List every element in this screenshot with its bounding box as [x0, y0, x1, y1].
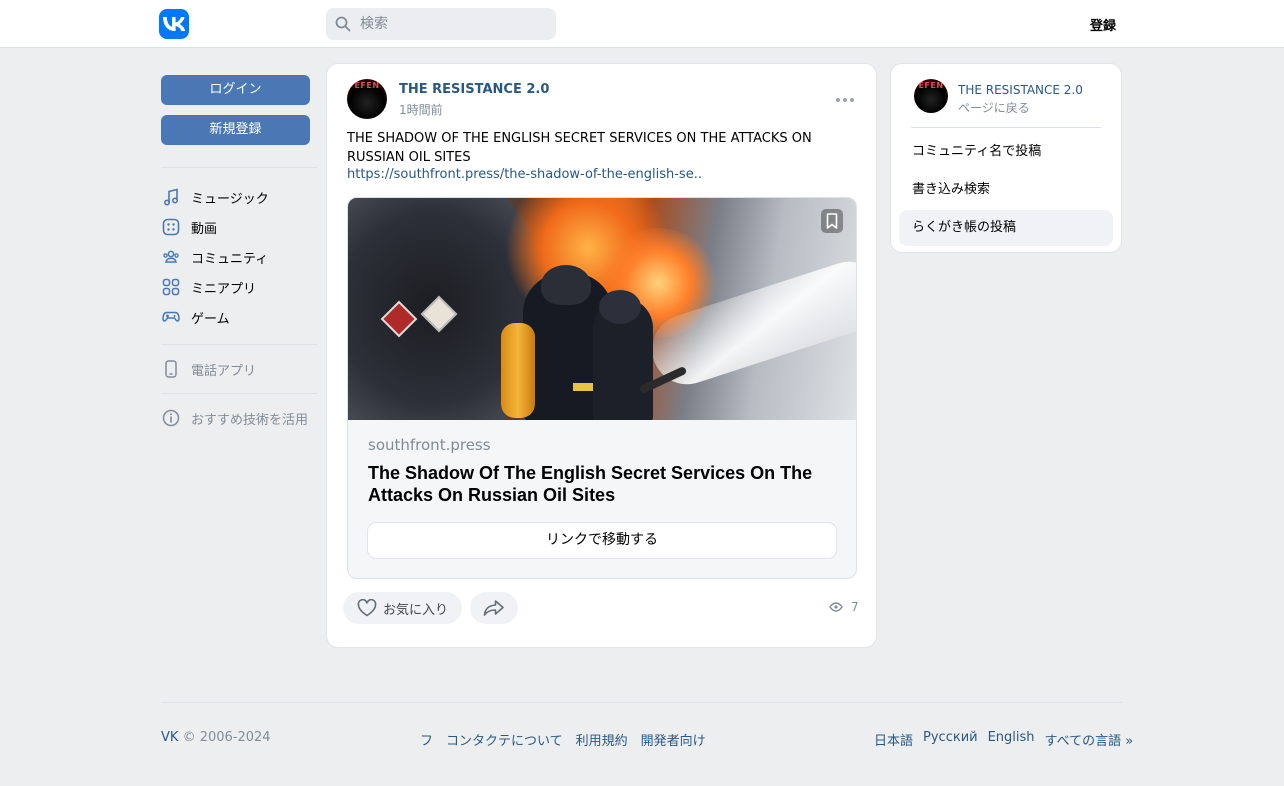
- divider: [161, 393, 317, 394]
- author-avatar[interactable]: EFEN: [347, 79, 387, 119]
- music-icon: [161, 187, 181, 207]
- view-count: 7: [829, 600, 859, 614]
- community-avatar[interactable]: EFEN: [914, 79, 948, 113]
- air-tank: [501, 323, 535, 418]
- phone-app-link[interactable]: 電話アプリ: [161, 357, 321, 381]
- open-link-button[interactable]: リンクで移動する: [368, 523, 836, 558]
- recommend-label: おすすめ技術を活用: [191, 412, 309, 428]
- attachment-domain: southfront.press: [368, 436, 491, 454]
- divider: [161, 344, 317, 345]
- post-link[interactable]: https://southfront.press/the-shadow-of-t…: [347, 167, 702, 182]
- share-icon: [483, 600, 504, 616]
- phone-app-label: 電話アプリ: [191, 363, 257, 379]
- language-link[interactable]: 日本語: [874, 730, 913, 749]
- nav-label: 動画: [191, 221, 218, 237]
- avatar-text: EFEN: [354, 81, 380, 90]
- post-text: THE SHADOW OF THE ENGLISH SECRET SERVICE…: [347, 131, 812, 165]
- divider: [911, 127, 1101, 128]
- nav-label: ミュージック: [191, 191, 269, 207]
- like-label: お気に入り: [383, 602, 449, 618]
- divider: [161, 167, 317, 168]
- info-icon: [161, 408, 181, 428]
- community-icon: [161, 247, 181, 267]
- nav-item-mini-apps[interactable]: ミニアプリ: [161, 275, 321, 299]
- link-attachment[interactable]: southfront.press The Shadow Of The Engli…: [347, 197, 857, 579]
- nav-label: ミニアプリ: [191, 281, 257, 297]
- footer-link-terms[interactable]: 利用規約: [576, 730, 628, 749]
- login-button[interactable]: ログイン: [161, 75, 310, 105]
- helmet: [599, 290, 641, 324]
- side-item-search-posts[interactable]: 書き込み検索: [899, 172, 1113, 208]
- heart-icon: [357, 599, 377, 617]
- side-item-wall-posts[interactable]: らくがき帳の投稿: [899, 210, 1113, 246]
- register-link[interactable]: 登録: [1090, 15, 1116, 34]
- post-time[interactable]: 1時間前: [399, 101, 443, 118]
- footer-languages: 日本語 Русский English すべての言語 »: [874, 730, 1133, 749]
- post-card: EFEN THE RESISTANCE 2.0 1時間前 THE SHADOW …: [326, 63, 877, 648]
- avatar-text: EFEN: [918, 81, 944, 90]
- phone-icon: [161, 359, 181, 379]
- footer-link-about[interactable]: コンタクテについて: [446, 730, 563, 749]
- gamepad-icon: [161, 307, 181, 327]
- attachment-title[interactable]: The Shadow Of The English Secret Service…: [368, 462, 838, 506]
- community-name-link[interactable]: THE RESISTANCE 2.0: [958, 83, 1083, 97]
- view-count-value: 7: [851, 600, 859, 614]
- signup-button[interactable]: 新規登録: [161, 115, 310, 145]
- helmet: [541, 265, 591, 305]
- eye-icon: [829, 602, 843, 612]
- language-link[interactable]: Русский: [923, 730, 978, 749]
- footer-copyright: VK © 2006-2024: [161, 730, 271, 745]
- side-item-post-as-community[interactable]: コミュニティ名で投稿: [899, 134, 1113, 170]
- search-input[interactable]: [360, 8, 550, 40]
- nav-item-video[interactable]: 動画: [161, 215, 321, 239]
- mini-apps-icon: [161, 277, 181, 297]
- all-languages-link[interactable]: すべての言語 »: [1045, 730, 1134, 749]
- search-icon: [335, 16, 351, 32]
- nav-item-games[interactable]: ゲーム: [161, 305, 321, 329]
- attachment-photo[interactable]: [348, 198, 856, 420]
- community-side-card: EFEN THE RESISTANCE 2.0 ページに戻る コミュニティ名で投…: [890, 63, 1122, 253]
- footer-vk-link[interactable]: VK: [161, 730, 178, 745]
- video-icon: [161, 217, 181, 237]
- firefighter-figure: [593, 290, 653, 420]
- copyright-text: © 2006-2024: [182, 730, 271, 745]
- language-link[interactable]: English: [988, 730, 1035, 749]
- bookmark-icon[interactable]: [820, 208, 844, 234]
- share-button[interactable]: [470, 592, 518, 624]
- footer-divider: [161, 702, 1122, 703]
- footer-links: フ コンタクテについて 利用規約 開発者向け: [420, 730, 706, 749]
- nav-label: コミュニティ: [191, 251, 269, 267]
- nav-item-music[interactable]: ミュージック: [161, 185, 321, 209]
- post-author[interactable]: THE RESISTANCE 2.0: [399, 82, 549, 97]
- vk-logo-icon[interactable]: [159, 9, 189, 39]
- recommend-link[interactable]: おすすめ技術を活用: [161, 406, 321, 430]
- top-bar: 登録: [0, 0, 1284, 48]
- footer-link-developers[interactable]: 開発者向け: [641, 730, 706, 749]
- back-to-page-link[interactable]: ページに戻る: [958, 99, 1030, 116]
- nav-label: ゲーム: [191, 311, 230, 327]
- footer-link[interactable]: フ: [420, 730, 433, 749]
- nav-item-community[interactable]: コミュニティ: [161, 245, 321, 269]
- search-box[interactable]: [326, 8, 556, 40]
- more-options-icon[interactable]: [835, 92, 855, 112]
- like-button[interactable]: お気に入り: [343, 592, 462, 624]
